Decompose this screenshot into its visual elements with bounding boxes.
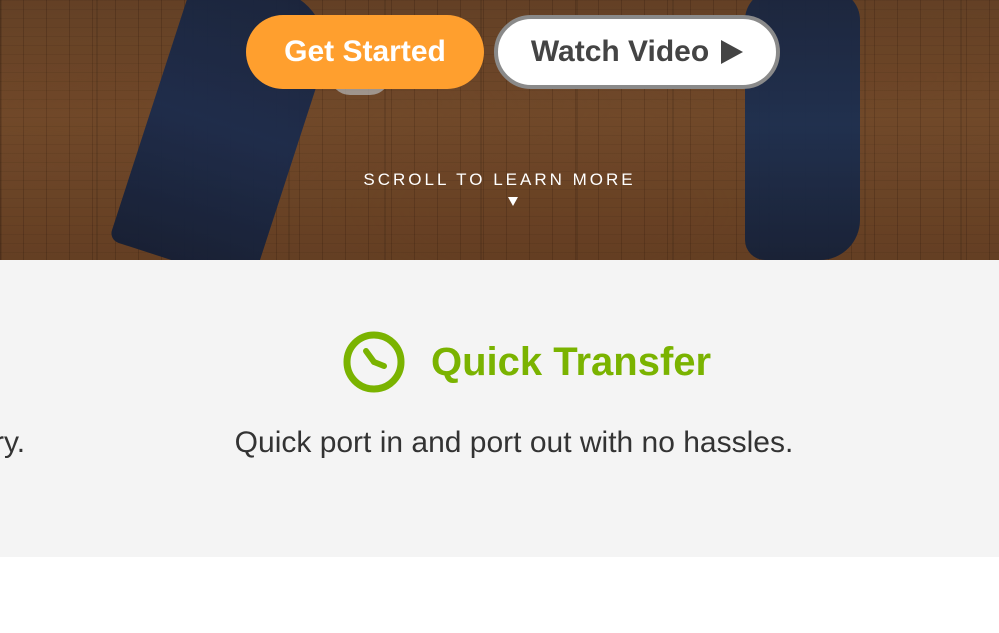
scroll-hint-link[interactable]: SCROLL TO LEARN MORE [0, 170, 999, 190]
get-started-button[interactable]: Get Started [246, 15, 484, 89]
clock-icon [343, 331, 405, 393]
feature-title: Quick Transfer [431, 339, 712, 384]
feature-header: Quick Transfer [342, 330, 711, 394]
hero-section: Get Started Watch Video SCROLL TO LEARN … [0, 0, 999, 260]
features-section: ry. Quick Transfer Quick port in and por… [0, 260, 999, 557]
play-icon [721, 40, 744, 64]
watch-video-label: Watch Video [530, 35, 710, 68]
feature-description: Quick port in and port out with no hassl… [234, 426, 794, 459]
get-started-label: Get Started [284, 35, 446, 68]
watch-video-button[interactable]: Watch Video [494, 15, 780, 89]
chevron-down-icon[interactable] [508, 197, 518, 206]
